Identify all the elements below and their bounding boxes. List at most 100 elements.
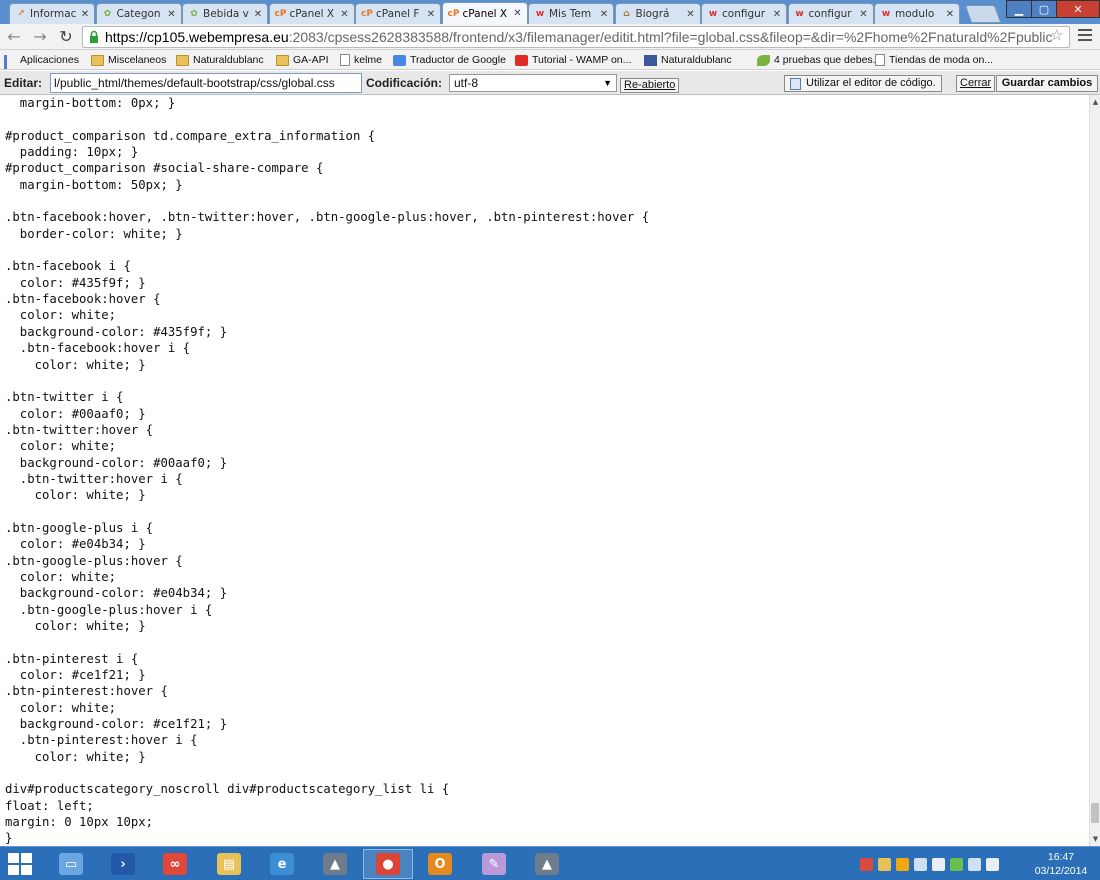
bookmark-item[interactable]: Traductor de Google: [393, 52, 506, 68]
taskbar-app[interactable]: ●: [363, 849, 413, 879]
tray-app-icon[interactable]: [860, 857, 873, 871]
tab-close-icon[interactable]: ✕: [166, 9, 178, 20]
forward-button[interactable]: →: [30, 27, 50, 47]
close-editor-button[interactable]: Cerrar: [956, 75, 996, 92]
taskbar-app[interactable]: ✎: [469, 849, 519, 879]
minimize-button[interactable]: ▁: [1006, 0, 1032, 18]
bookmark-item[interactable]: Tiendas de moda on...: [875, 52, 993, 68]
tab-close-icon[interactable]: ✕: [685, 9, 697, 20]
maximize-button[interactable]: ▢: [1031, 0, 1057, 18]
code-line: color: white;: [5, 439, 117, 454]
browser-tab[interactable]: cP cPanel F ✕: [355, 3, 441, 24]
editor-toolbar: Editar: l/public_html/themes/default-boo…: [0, 71, 1100, 95]
bookmark-item[interactable]: Miscelaneos: [91, 52, 166, 68]
tab-close-icon[interactable]: ✕: [858, 9, 870, 20]
rocket-app-icon: ▲: [323, 853, 347, 875]
tab-label: modulo: [895, 8, 935, 20]
address-bar[interactable]: https://cp105.webempresa.eu:2083/cpsess2…: [82, 26, 1070, 48]
tab-close-icon[interactable]: ✕: [339, 9, 351, 20]
page-icon: [875, 54, 885, 66]
tab-label: Informac: [30, 8, 77, 20]
volume-icon[interactable]: [986, 857, 999, 871]
tray-app-icon[interactable]: [896, 857, 909, 871]
bookmark-item[interactable]: Naturaldublanc: [644, 52, 732, 68]
clock[interactable]: 16:47 03/12/2014: [1030, 850, 1092, 878]
browser-tab[interactable]: ✿ Categon ✕: [95, 3, 182, 24]
bookmark-star-icon[interactable]: ☆: [1050, 27, 1066, 43]
tab-close-icon[interactable]: ✕: [598, 9, 610, 20]
close-window-button[interactable]: ✕: [1056, 0, 1100, 18]
taskbar-app[interactable]: ▲: [310, 849, 360, 879]
taskbar-app[interactable]: ▭: [46, 849, 96, 879]
paint-icon: ✎: [482, 853, 506, 875]
bookmarks-bar: Aplicaciones Miscelaneos Naturaldublanc GA-…: [0, 50, 1100, 70]
code-line: float: left;: [5, 798, 94, 813]
bookmark-item[interactable]: Naturaldublanc: [176, 52, 264, 68]
taskbar-app[interactable]: e: [257, 849, 307, 879]
tab-close-icon[interactable]: ✕: [771, 9, 783, 20]
browser-tab[interactable]: w modulo ✕: [874, 3, 960, 24]
new-tab-button[interactable]: [964, 5, 1002, 23]
bookmark-item[interactable]: 4 pruebas que debes...: [757, 52, 881, 68]
save-changes-button[interactable]: Guardar cambios: [996, 75, 1098, 92]
taskbar-app[interactable]: ▤: [204, 849, 254, 879]
network-icon[interactable]: [968, 857, 981, 871]
use-code-editor-button[interactable]: Utilizar el editor de código.: [784, 75, 942, 92]
signal-icon[interactable]: [914, 857, 927, 871]
taskbar-app[interactable]: O: [415, 849, 465, 879]
code-line: .btn-google-plus:hover i {: [5, 602, 213, 617]
vertical-scrollbar[interactable]: ▲ ▼: [1089, 95, 1100, 846]
tab-close-icon[interactable]: ✕: [79, 9, 91, 20]
browser-tab[interactable]: ✿ Bebida v ✕: [182, 3, 268, 24]
bookmark-item[interactable]: GA-API: [276, 52, 329, 68]
apps-icon: [4, 54, 16, 69]
internet-explorer-icon: e: [270, 853, 294, 875]
tab-close-icon[interactable]: ✕: [512, 8, 524, 19]
encoding-value: utf-8: [454, 76, 479, 90]
browser-tab[interactable]: cP cPanel X ✕: [268, 3, 355, 24]
tab-close-icon[interactable]: ✕: [944, 9, 956, 20]
code-line: color: #ce1f21; }: [5, 668, 146, 683]
browser-menu-icon[interactable]: [1078, 29, 1092, 43]
scroll-up-icon[interactable]: ▲: [1091, 97, 1100, 107]
tray-app-icon[interactable]: [950, 857, 963, 871]
bookmark-item[interactable]: kelme: [340, 52, 382, 68]
code-line: .btn-facebook:hover, .btn-twitter:hover,…: [5, 210, 650, 225]
browser-tab[interactable]: w configur ✕: [787, 3, 874, 24]
reopen-button[interactable]: Re-abierto: [620, 78, 680, 93]
taskbar-app[interactable]: ∞: [150, 849, 200, 879]
encoding-label: Codificación:: [366, 76, 443, 90]
back-button[interactable]: ←: [4, 27, 24, 47]
tray-app-icon[interactable]: [878, 857, 891, 871]
tab-close-icon[interactable]: ✕: [425, 9, 437, 20]
browser-tab[interactable]: w configur ✕: [701, 3, 787, 24]
browser-tab[interactable]: ⌂ Biográ ✕: [614, 3, 701, 24]
start-button[interactable]: [8, 853, 34, 875]
reload-button[interactable]: ↻: [56, 27, 76, 47]
tab-close-icon[interactable]: ✕: [252, 9, 264, 20]
tab-label: configur: [722, 8, 766, 20]
taskbar-app[interactable]: ›: [98, 849, 148, 879]
code-editor-textarea[interactable]: margin-bottom: 0px; } #product_comparison…: [0, 95, 1089, 846]
code-line: .btn-twitter i {: [5, 390, 124, 405]
browser-tab[interactable]: w Mis Tem ✕: [528, 3, 614, 24]
browser-tab[interactable]: ↗ Informac ✕: [9, 3, 95, 24]
bookmark-item[interactable]: Aplicaciones: [4, 52, 79, 69]
file-path-input[interactable]: l/public_html/themes/default-bootstrap/c…: [50, 73, 362, 93]
flag-icon[interactable]: [932, 857, 945, 871]
encoding-select[interactable]: utf-8 ▼: [449, 74, 617, 92]
tab-label: cPanel X: [289, 8, 335, 20]
taskbar-app[interactable]: ▲: [522, 849, 572, 879]
code-line: .btn-pinterest:hover {: [5, 684, 168, 699]
document-icon: [790, 77, 801, 90]
scroll-down-icon[interactable]: ▼: [1091, 834, 1100, 844]
youtube-icon: [515, 54, 528, 66]
bookmark-item[interactable]: Tutorial - WAMP on...: [515, 52, 631, 68]
browser-tab[interactable]: cP cPanel X ✕: [441, 2, 528, 24]
code-line: color: white; }: [5, 619, 146, 633]
code-line: color: #435f9f; }: [5, 275, 146, 290]
file-explorer-icon: ▭: [59, 853, 83, 875]
scrollbar-thumb[interactable]: [1091, 803, 1099, 823]
bookmark-label: Naturaldublanc: [193, 54, 264, 66]
